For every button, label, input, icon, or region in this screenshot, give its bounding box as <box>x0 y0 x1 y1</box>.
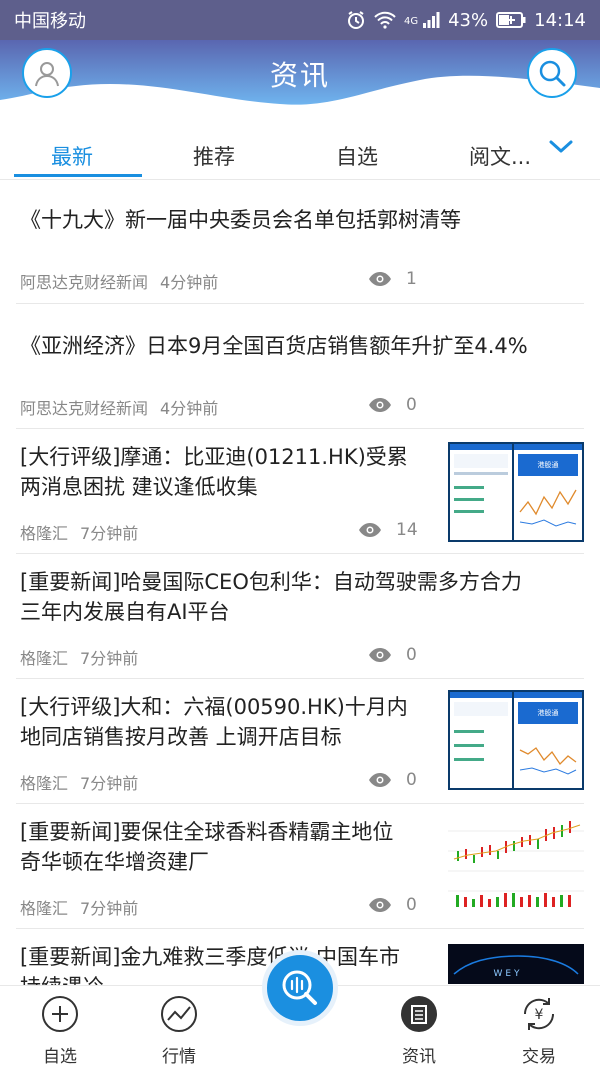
news-doc-icon <box>401 996 437 1032</box>
news-time: 7分钟前 <box>80 774 139 793</box>
news-headline: [重要新闻]要保住全球香料香精霸主地位 奇华顿在华增资建厂 <box>20 820 394 874</box>
yuan-exchange-icon: ¥ <box>523 998 555 1030</box>
eye-icon <box>369 398 391 412</box>
news-headline: 《亚洲经济》日本9月全国百货店销售额年升扩至4.4% <box>20 334 528 358</box>
news-item[interactable]: [重要新闻]要保住全球香料香精霸主地位 奇华顿在华增资建厂 格隆汇 7分钟前 0 <box>16 803 584 929</box>
news-time: 7分钟前 <box>80 899 139 918</box>
voice-search-icon <box>282 970 317 1005</box>
app-header: 资讯 <box>0 40 600 110</box>
nav-trade[interactable]: ¥ 交易 <box>499 994 579 1067</box>
news-time: 7分钟前 <box>80 524 139 543</box>
news-thumbnail-candlestick-chart <box>448 811 584 911</box>
news-item[interactable]: [大行评级]摩通：比亚迪(01211.HK)受累 两消息困扰 建议逢低收集 格隆汇… <box>16 428 584 554</box>
view-count: 14 <box>396 520 418 540</box>
nav-label: 交易 <box>522 1047 556 1067</box>
wifi-icon <box>374 11 396 29</box>
network-type-label: 4G <box>403 15 419 27</box>
clock-time: 14:14 <box>534 9 586 31</box>
news-source: 格隆汇 <box>20 899 69 918</box>
news-source: 阿思达克财经新闻 <box>20 399 149 418</box>
tab-recommended[interactable]: 推荐 <box>154 141 274 171</box>
news-source: 格隆汇 <box>20 649 69 668</box>
news-item[interactable]: 《十九大》新一届中央委员会名单包括郭树清等 阿思达克财经新闻 4分钟前 1 <box>16 180 584 304</box>
nav-market[interactable]: 行情 <box>139 994 219 1067</box>
view-count: 1 <box>406 269 417 289</box>
chevron-down-icon[interactable] <box>546 132 576 162</box>
eye-icon <box>359 523 381 537</box>
status-bar: 中国移动 4G 43% 14:14 <box>0 0 600 40</box>
view-count: 0 <box>406 770 417 790</box>
view-count: 0 <box>406 645 417 665</box>
page-title: 资讯 <box>269 59 330 92</box>
news-item[interactable]: [大行评级]大和：六福(00590.HK)十月内 地同店销售按月改善 上调开店目标… <box>16 678 584 804</box>
eye-icon <box>369 898 391 912</box>
svg-text:¥: ¥ <box>535 1007 544 1023</box>
news-thumbnail-car: WEY <box>448 944 584 984</box>
news-headline: [大行评级]摩通：比亚迪(01211.HK)受累 两消息困扰 建议逢低收集 <box>20 445 408 499</box>
view-count: 0 <box>406 395 417 415</box>
search-button[interactable] <box>527 48 577 98</box>
news-headline: [大行评级]大和：六福(00590.HK)十月内 地同店销售按月改善 上调开店目标 <box>20 695 408 749</box>
news-headline: [重要新闻]哈曼国际CEO包利华：自动驾驶需多方合力 三年内发展自有AI平台 <box>20 570 522 624</box>
news-time: 4分钟前 <box>160 399 219 418</box>
voice-search-button[interactable] <box>262 950 338 1026</box>
tab-watchlist[interactable]: 自选 <box>297 141 417 171</box>
user-icon <box>35 62 59 87</box>
battery-charging-icon <box>496 12 526 28</box>
news-thumbnail-stock-app: 港股通 <box>448 442 584 542</box>
svg-text:港股通: 港股通 <box>538 708 559 717</box>
active-tab-indicator <box>14 174 142 177</box>
news-item[interactable]: 《亚洲经济》日本9月全国百货店销售额年升扩至4.4% 阿思达克财经新闻 4分钟前 … <box>16 303 584 429</box>
tab-reading[interactable]: 阅文... <box>440 141 560 171</box>
svg-text:港股通: 港股通 <box>538 460 559 469</box>
battery-percent: 43% <box>448 9 489 31</box>
signal-icon <box>423 12 440 28</box>
news-thumbnail-stock-app: 港股通 <box>448 690 584 790</box>
news-source: 阿思达克财经新闻 <box>20 273 149 292</box>
news-time: 4分钟前 <box>160 273 219 292</box>
svg-text:WEY: WEY <box>493 969 522 979</box>
news-source: 格隆汇 <box>20 774 69 793</box>
eye-icon <box>369 648 391 662</box>
trend-chart-icon <box>161 996 197 1032</box>
search-icon <box>539 60 566 87</box>
profile-button[interactable] <box>22 48 72 98</box>
nav-watchlist[interactable]: 自选 <box>20 994 100 1067</box>
nav-label: 自选 <box>43 1047 77 1067</box>
eye-icon <box>369 272 391 286</box>
alarm-icon <box>347 11 364 29</box>
nav-label: 行情 <box>162 1047 196 1067</box>
news-time: 7分钟前 <box>80 649 139 668</box>
news-headline: 《十九大》新一届中央委员会名单包括郭树清等 <box>20 208 461 232</box>
news-source: 格隆汇 <box>20 524 69 543</box>
category-tabs: 最新 推荐 自选 阅文... <box>0 123 600 180</box>
eye-icon <box>369 773 391 787</box>
news-item[interactable]: [重要新闻]哈曼国际CEO包利华：自动驾驶需多方合力 三年内发展自有AI平台 格隆… <box>16 553 584 679</box>
carrier-label: 中国移动 <box>14 11 86 32</box>
nav-label: 资讯 <box>402 1047 436 1067</box>
nav-news[interactable]: 资讯 <box>379 994 459 1067</box>
add-circle-icon <box>42 996 78 1032</box>
view-count: 0 <box>406 895 417 915</box>
tab-latest[interactable]: 最新 <box>12 141 132 171</box>
